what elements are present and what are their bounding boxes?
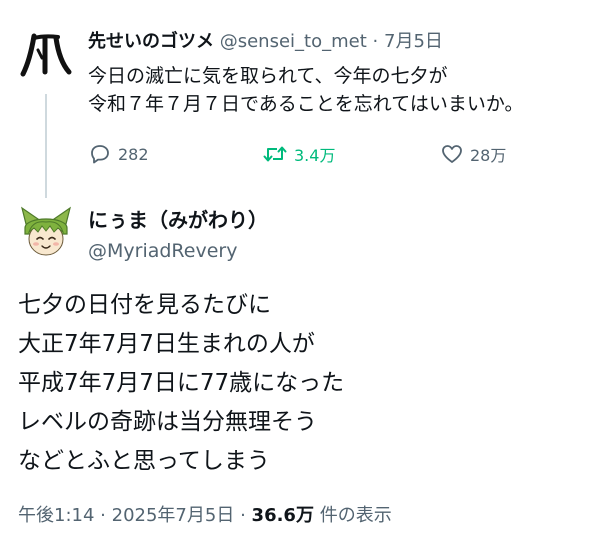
reply-count: 282: [118, 144, 149, 164]
quoted-tweet[interactable]: 先せいのゴツメ @sensei_to_met · 7月5日 今日の滅亡に気を取ら…: [0, 0, 609, 200]
quoted-author-name[interactable]: 先せいのゴツメ: [88, 31, 214, 52]
tweet-text-line: 七夕の日付を見るたびに: [18, 292, 271, 318]
quoted-tweet-date[interactable]: 7月5日: [384, 31, 443, 52]
main-author-avatar[interactable]: [18, 204, 74, 260]
meta-separator: ·: [240, 505, 246, 526]
like-count: 28万: [470, 146, 507, 165]
meta-separator: ·: [100, 505, 106, 526]
heart-icon: [442, 145, 462, 163]
tweet-time[interactable]: 午後1:14: [18, 505, 94, 526]
views-count[interactable]: 36.6万: [252, 505, 314, 526]
views-label: 件の表示: [319, 505, 392, 526]
like-button[interactable]: 28万: [440, 142, 506, 166]
quoted-text-line: 今日の滅亡に気を取られて、今年の七夕が: [88, 65, 448, 87]
quoted-author-handle[interactable]: @sensei_to_met: [220, 31, 367, 52]
tweet-date[interactable]: 2025年7月5日: [112, 505, 235, 526]
quoted-tweet-text: 今日の滅亡に気を取られて、今年の七夕が 令和７年７月７日であることを忘れてはいま…: [88, 62, 603, 118]
main-author-handle[interactable]: @MyriadRevery: [88, 238, 237, 264]
reply-button[interactable]: 282: [88, 142, 149, 166]
retweet-icon: [263, 146, 287, 162]
avatar-character-icon: [21, 206, 71, 256]
main-author-name[interactable]: にぅま（みがわり）: [88, 207, 268, 233]
reply-icon: [91, 145, 109, 164]
tweet-metadata: 午後1:14 · 2025年7月5日 · 36.6万 件の表示: [18, 503, 392, 529]
header-separator: ·: [372, 31, 379, 52]
retweet-button[interactable]: 3.4万: [262, 142, 335, 166]
thread-connector-line: [45, 94, 47, 198]
quoted-tweet-header: 先せいのゴツメ @sensei_to_met · 7月5日: [88, 30, 443, 54]
tweet-text-line: 大正7年7月7日生まれの人が: [18, 331, 315, 357]
tweet-text-line: 平成7年7月7日に77歳になった: [18, 370, 345, 396]
tweet-text-line: レベルの奇跡は当分無理そう: [18, 409, 317, 435]
quoted-text-line: 令和７年７月７日であることを忘れてはいまいか。: [88, 93, 524, 115]
retweet-count: 3.4万: [294, 146, 336, 165]
quoted-author-avatar[interactable]: [20, 28, 72, 80]
main-tweet-text: 七夕の日付を見るたびに 大正7年7月7日生まれの人が 平成7年7月7日に77歳に…: [18, 286, 598, 481]
avatar-calligraphy-icon: [20, 33, 72, 77]
tweet-text-line: などとふと思ってしまう: [18, 448, 270, 474]
